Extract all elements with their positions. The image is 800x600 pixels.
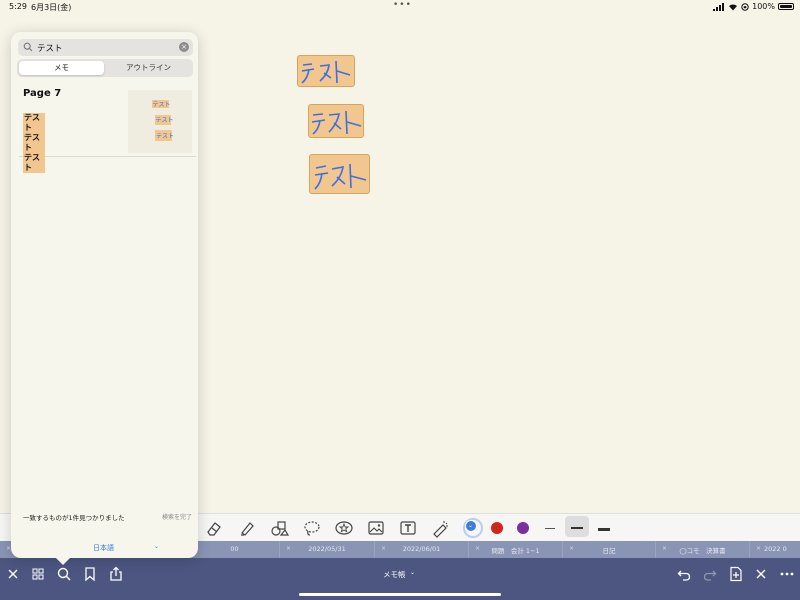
battery-level	[780, 5, 792, 8]
highlighter-icon[interactable]	[236, 518, 256, 538]
bookmark-icon[interactable]	[82, 566, 98, 582]
tab-label: 2022 0	[764, 545, 787, 553]
ink-word[interactable]	[309, 154, 370, 194]
color-swatch-purple[interactable]	[517, 522, 529, 534]
search-field[interactable]: ×	[18, 39, 193, 56]
battery-percent: 100%	[752, 2, 775, 11]
color-swatch-red[interactable]	[491, 522, 503, 534]
stroke-width-thick[interactable]	[598, 528, 610, 531]
tab-label: 2022/05/31	[308, 545, 346, 553]
search-scope-segmented-control: メモ アウトライン	[17, 59, 193, 77]
image-insert-icon[interactable]	[366, 518, 386, 538]
chevron-down-icon[interactable]: ⌄	[410, 569, 415, 576]
result-hit: テスト	[23, 133, 45, 153]
result-page-label: Page 7	[23, 88, 62, 99]
add-page-icon[interactable]	[728, 566, 744, 582]
search-result-count: 一致するものが1件見つかりました	[23, 514, 125, 522]
notebook-title[interactable]: メモ帳	[383, 569, 406, 580]
language-selector[interactable]: 日本語 ⌄	[11, 540, 198, 558]
status-bar: 5:29 6月3日(金) ••• 100%	[0, 0, 800, 14]
ink-word[interactable]	[297, 55, 355, 87]
thumbnail-ink-word: テスト	[156, 133, 174, 140]
chevron-down-icon: ⌄	[154, 543, 160, 550]
share-icon[interactable]	[108, 566, 124, 582]
status-indicators: 100%	[713, 2, 794, 11]
status-time: 5:29	[9, 2, 27, 11]
result-hit: テスト	[23, 153, 45, 173]
result-hit: テスト	[23, 113, 45, 133]
grid-view-icon[interactable]	[30, 566, 46, 582]
clear-search-icon[interactable]: ×	[179, 42, 189, 52]
undo-icon[interactable]	[676, 566, 692, 582]
eraser-icon[interactable]	[203, 518, 223, 538]
more-options-icon[interactable]	[779, 566, 795, 582]
close-icon[interactable]	[753, 566, 769, 582]
segment-memo[interactable]: メモ	[19, 61, 104, 75]
tab-label: 問題 会計 1−1	[491, 547, 540, 555]
signal-icon	[713, 2, 725, 11]
search-input[interactable]	[37, 40, 177, 55]
notebook-tab[interactable]: × 2022/06/01	[375, 541, 469, 558]
close-icon[interactable]	[5, 566, 21, 582]
finish-search-link[interactable]: 検索を完了	[162, 512, 192, 521]
search-icon	[23, 42, 33, 52]
notebook-tab[interactable]: × ◯コモ 決算書	[656, 541, 750, 558]
orientation-lock-icon	[741, 2, 749, 11]
wifi-icon	[728, 3, 738, 11]
language-label: 日本語	[93, 544, 114, 552]
chevron-down-icon: ⌄	[468, 522, 474, 529]
notebook-tab[interactable]: 00	[190, 541, 280, 558]
popover-arrow	[55, 557, 71, 565]
text-box-icon[interactable]	[398, 518, 418, 538]
thumbnail-ink-word: テスト	[153, 102, 171, 109]
notebook-tab[interactable]: × 2022 0	[750, 541, 800, 558]
notebook-tab[interactable]: × 日記	[563, 541, 656, 558]
laser-pointer-icon[interactable]	[430, 518, 450, 538]
ink-word[interactable]	[308, 104, 364, 138]
tab-label: ◯コモ 決算書	[679, 547, 726, 555]
segment-outline[interactable]: アウトライン	[106, 61, 191, 75]
search-icon[interactable]	[56, 566, 72, 582]
home-indicator[interactable]	[299, 593, 501, 596]
search-result-item[interactable]: Page 7 テスト テスト テスト テスト テスト テスト	[19, 84, 196, 173]
status-date: 6月3日(金)	[31, 3, 72, 12]
multitasking-dots[interactable]: •••	[393, 0, 412, 10]
redo-icon[interactable]	[702, 566, 718, 582]
search-panel: × メモ アウトライン Page 7 テスト テスト テスト テスト テスト テ…	[11, 32, 198, 558]
tab-label: 日記	[602, 547, 616, 555]
notebook-tab[interactable]: × 問題 会計 1−1	[469, 541, 563, 558]
result-thumbnail-drawing: テスト テスト テスト	[152, 100, 174, 141]
tab-label: 2022/06/01	[402, 545, 441, 553]
stroke-width-thin[interactable]	[545, 528, 555, 529]
close-icon[interactable]: ×	[756, 545, 761, 552]
sticker-icon[interactable]	[334, 518, 354, 538]
battery-icon	[778, 3, 794, 10]
tab-label: 00	[230, 545, 239, 553]
thumbnail-ink-word: テスト	[156, 117, 174, 124]
result-page-thumbnail: テスト テスト テスト	[128, 90, 192, 153]
notebook-tab[interactable]: × 2022/05/31	[280, 541, 375, 558]
stroke-width-medium-mark	[571, 527, 583, 529]
result-hit-list: テスト テスト テスト	[23, 113, 45, 173]
shape-tool-icon[interactable]	[269, 518, 289, 538]
lasso-icon[interactable]	[302, 518, 322, 538]
